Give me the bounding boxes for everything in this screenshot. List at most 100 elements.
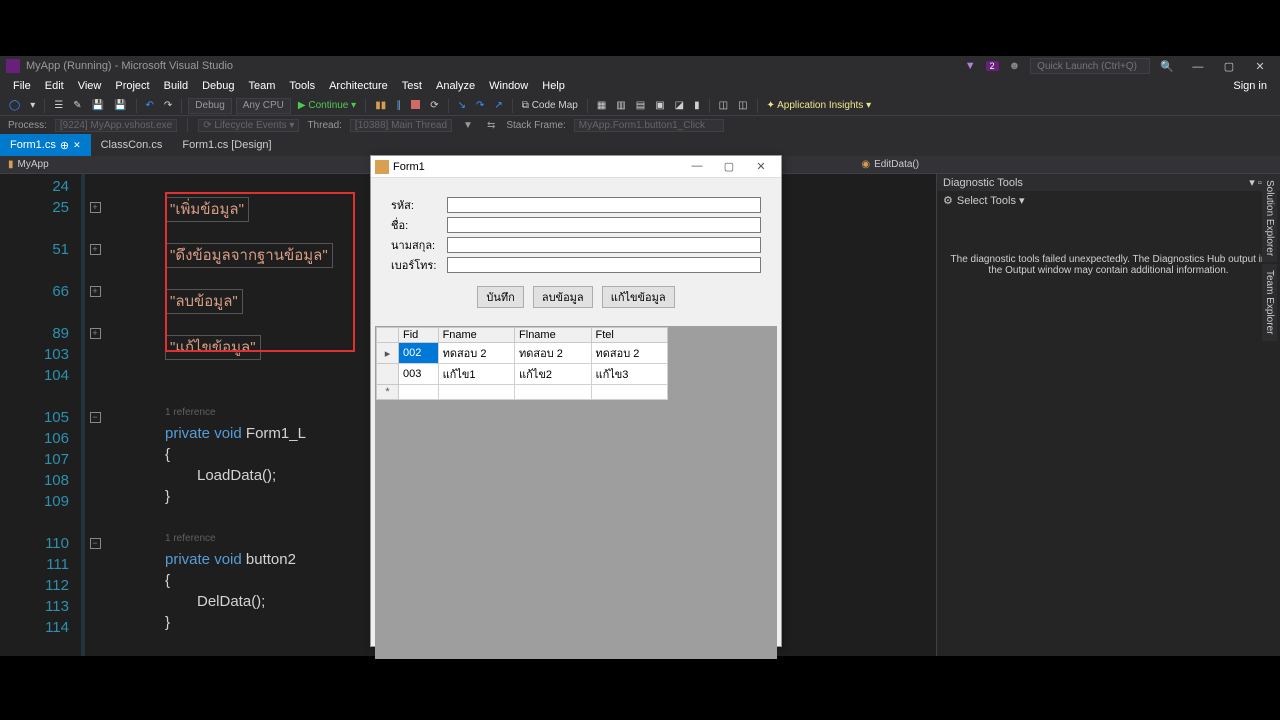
menu-file[interactable]: File [6, 80, 38, 92]
tb-icon-b[interactable]: ▥ [613, 100, 628, 111]
member-dropdown[interactable]: ◉EditData() [853, 159, 1280, 170]
form-minimize-button[interactable]: — [681, 160, 713, 173]
gear-icon[interactable]: ⚙ [943, 194, 953, 207]
menu-tools[interactable]: Tools [282, 80, 322, 92]
tb-icon-c[interactable]: ▤ [633, 100, 648, 111]
grid-new-row[interactable]: * [377, 385, 668, 400]
grid-row[interactable]: ▸ 002 ทดสอบ 2 ทดสอบ 2 ทดสอบ 2 [377, 343, 668, 364]
nav-back-icon[interactable]: ◯ [6, 100, 23, 111]
menu-test[interactable]: Test [395, 80, 429, 92]
select-tools-dropdown[interactable]: Select Tools ▾ [957, 194, 1025, 207]
menu-analyze[interactable]: Analyze [429, 80, 482, 92]
lastname-input[interactable] [447, 237, 761, 253]
codelens[interactable]: 1 reference [165, 528, 333, 549]
expand-region-icon[interactable]: + [90, 328, 101, 339]
menu-window[interactable]: Window [482, 80, 535, 92]
cell[interactable]: แก้ไข2 [515, 364, 591, 385]
tab-classcon-cs[interactable]: ClassCon.cs [91, 134, 173, 156]
tel-input[interactable] [447, 257, 761, 273]
menu-team[interactable]: Team [242, 80, 283, 92]
menu-edit[interactable]: Edit [38, 80, 71, 92]
grid-row[interactable]: 003 แก้ไข1 แก้ไข2 แก้ไข3 [377, 364, 668, 385]
datagrid[interactable]: Fid Fname Flname Ftel ▸ 002 ทดสอบ 2 ทดสอ… [375, 326, 777, 659]
new-row-icon[interactable]: * [377, 385, 399, 400]
flag-icon[interactable]: ▼ [965, 60, 976, 72]
undo-icon[interactable]: ↶ [143, 100, 157, 111]
expand-region-icon[interactable]: + [90, 202, 101, 213]
col-fid[interactable]: Fid [399, 328, 439, 343]
cell[interactable]: ทดสอบ 2 [438, 343, 514, 364]
stack-dropdown[interactable]: MyApp.Form1.button1_Click [574, 119, 724, 132]
collapse-region-icon[interactable]: − [90, 538, 101, 549]
save-icon[interactable]: 💾 [89, 100, 107, 111]
maximize-button[interactable]: ▢ [1215, 60, 1243, 73]
process-dropdown[interactable]: [9224] MyApp.vshost.exe [55, 119, 177, 132]
minimize-button[interactable]: — [1184, 61, 1212, 73]
lifecycle-dropdown[interactable]: ⟳ Lifecycle Events ▾ [198, 119, 299, 132]
expand-region-icon[interactable]: + [90, 244, 101, 255]
break-icon[interactable]: ▮▮ [372, 100, 389, 111]
name-input[interactable] [447, 217, 761, 233]
menu-help[interactable]: Help [535, 80, 572, 92]
cell[interactable]: แก้ไข3 [591, 364, 668, 385]
step-into-icon[interactable]: ↘ [455, 100, 469, 111]
col-ftel[interactable]: Ftel [591, 328, 668, 343]
expand-region-icon[interactable]: + [90, 286, 101, 297]
codelens[interactable]: 1 reference [165, 654, 333, 656]
swap-icon[interactable]: ⇆ [484, 120, 498, 131]
menu-project[interactable]: Project [108, 80, 156, 92]
stop-button[interactable] [408, 100, 423, 112]
team-explorer-tab[interactable]: Team Explorer [1262, 264, 1277, 340]
codelens[interactable]: 1 reference [165, 402, 333, 423]
cell[interactable]: ทดสอบ 2 [591, 343, 668, 364]
nav-fwd-icon[interactable]: ▾ [27, 100, 38, 111]
tb-icon-a[interactable]: ▦ [594, 100, 609, 111]
project-dropdown[interactable]: ▮MyApp [0, 159, 427, 170]
codemap-button[interactable]: ⧉ Code Map [519, 100, 581, 111]
cell[interactable]: 003 [399, 364, 439, 385]
tb-icon-h[interactable]: ◫ [735, 100, 750, 111]
cell[interactable]: ทดสอบ 2 [515, 343, 591, 364]
tab-form1-design[interactable]: Form1.cs [Design] [172, 134, 281, 156]
form1-titlebar[interactable]: Form1 — ▢ ✕ [371, 156, 781, 178]
id-input[interactable] [447, 197, 761, 213]
menu-build[interactable]: Build [157, 80, 195, 92]
search-icon[interactable]: 🔍 [1160, 60, 1174, 73]
delete-button[interactable]: ลบข้อมูล [533, 286, 593, 308]
restart-icon[interactable]: ⟳ [427, 100, 441, 111]
tab-form1-cs[interactable]: Form1.cs ⊕ ✕ [0, 134, 91, 156]
quick-launch-input[interactable] [1030, 58, 1150, 74]
row-header[interactable] [377, 364, 399, 385]
platform-dropdown[interactable]: Any CPU [236, 98, 291, 114]
menu-architecture[interactable]: Architecture [322, 80, 395, 92]
row-header[interactable]: ▸ [377, 343, 399, 364]
notification-badge[interactable]: 2 [986, 61, 999, 71]
form-close-button[interactable]: ✕ [745, 160, 777, 173]
new-icon[interactable]: ☰ [51, 100, 66, 111]
edit-button[interactable]: แก้ไขข้อมูล [602, 286, 675, 308]
continue-button[interactable]: ▶ Continue ▾ [295, 100, 359, 111]
form-maximize-button[interactable]: ▢ [713, 160, 745, 173]
saveall-icon[interactable]: 💾 [111, 100, 129, 111]
tb-icon-e[interactable]: ◪ [672, 100, 687, 111]
cell[interactable]: 002 [399, 343, 439, 364]
tb-icon-g[interactable]: ◫ [716, 100, 731, 111]
close-tab-icon[interactable]: ✕ [73, 140, 81, 151]
menu-view[interactable]: View [71, 80, 109, 92]
thread-filter-icon[interactable]: ▼ [460, 120, 476, 131]
thread-dropdown[interactable]: [10388] Main Thread [350, 119, 452, 132]
step-out-icon[interactable]: ↗ [491, 100, 505, 111]
col-flname[interactable]: Flname [515, 328, 591, 343]
cell[interactable]: แก้ไข1 [438, 364, 514, 385]
close-button[interactable]: ✕ [1246, 60, 1274, 73]
insights-button[interactable]: ✦ Application Insights ▾ [764, 100, 875, 111]
collapse-region-icon[interactable]: − [90, 412, 101, 423]
solution-explorer-tab[interactable]: Solution Explorer [1262, 174, 1277, 262]
col-fname[interactable]: Fname [438, 328, 514, 343]
save-button[interactable]: บันทึก [477, 286, 523, 308]
redo-icon[interactable]: ↷ [161, 100, 175, 111]
pin-icon[interactable]: ⊕ [60, 139, 69, 152]
menu-debug[interactable]: Debug [195, 80, 241, 92]
tb-icon-f[interactable]: ▮ [691, 100, 703, 111]
open-icon[interactable]: ✎ [70, 100, 84, 111]
